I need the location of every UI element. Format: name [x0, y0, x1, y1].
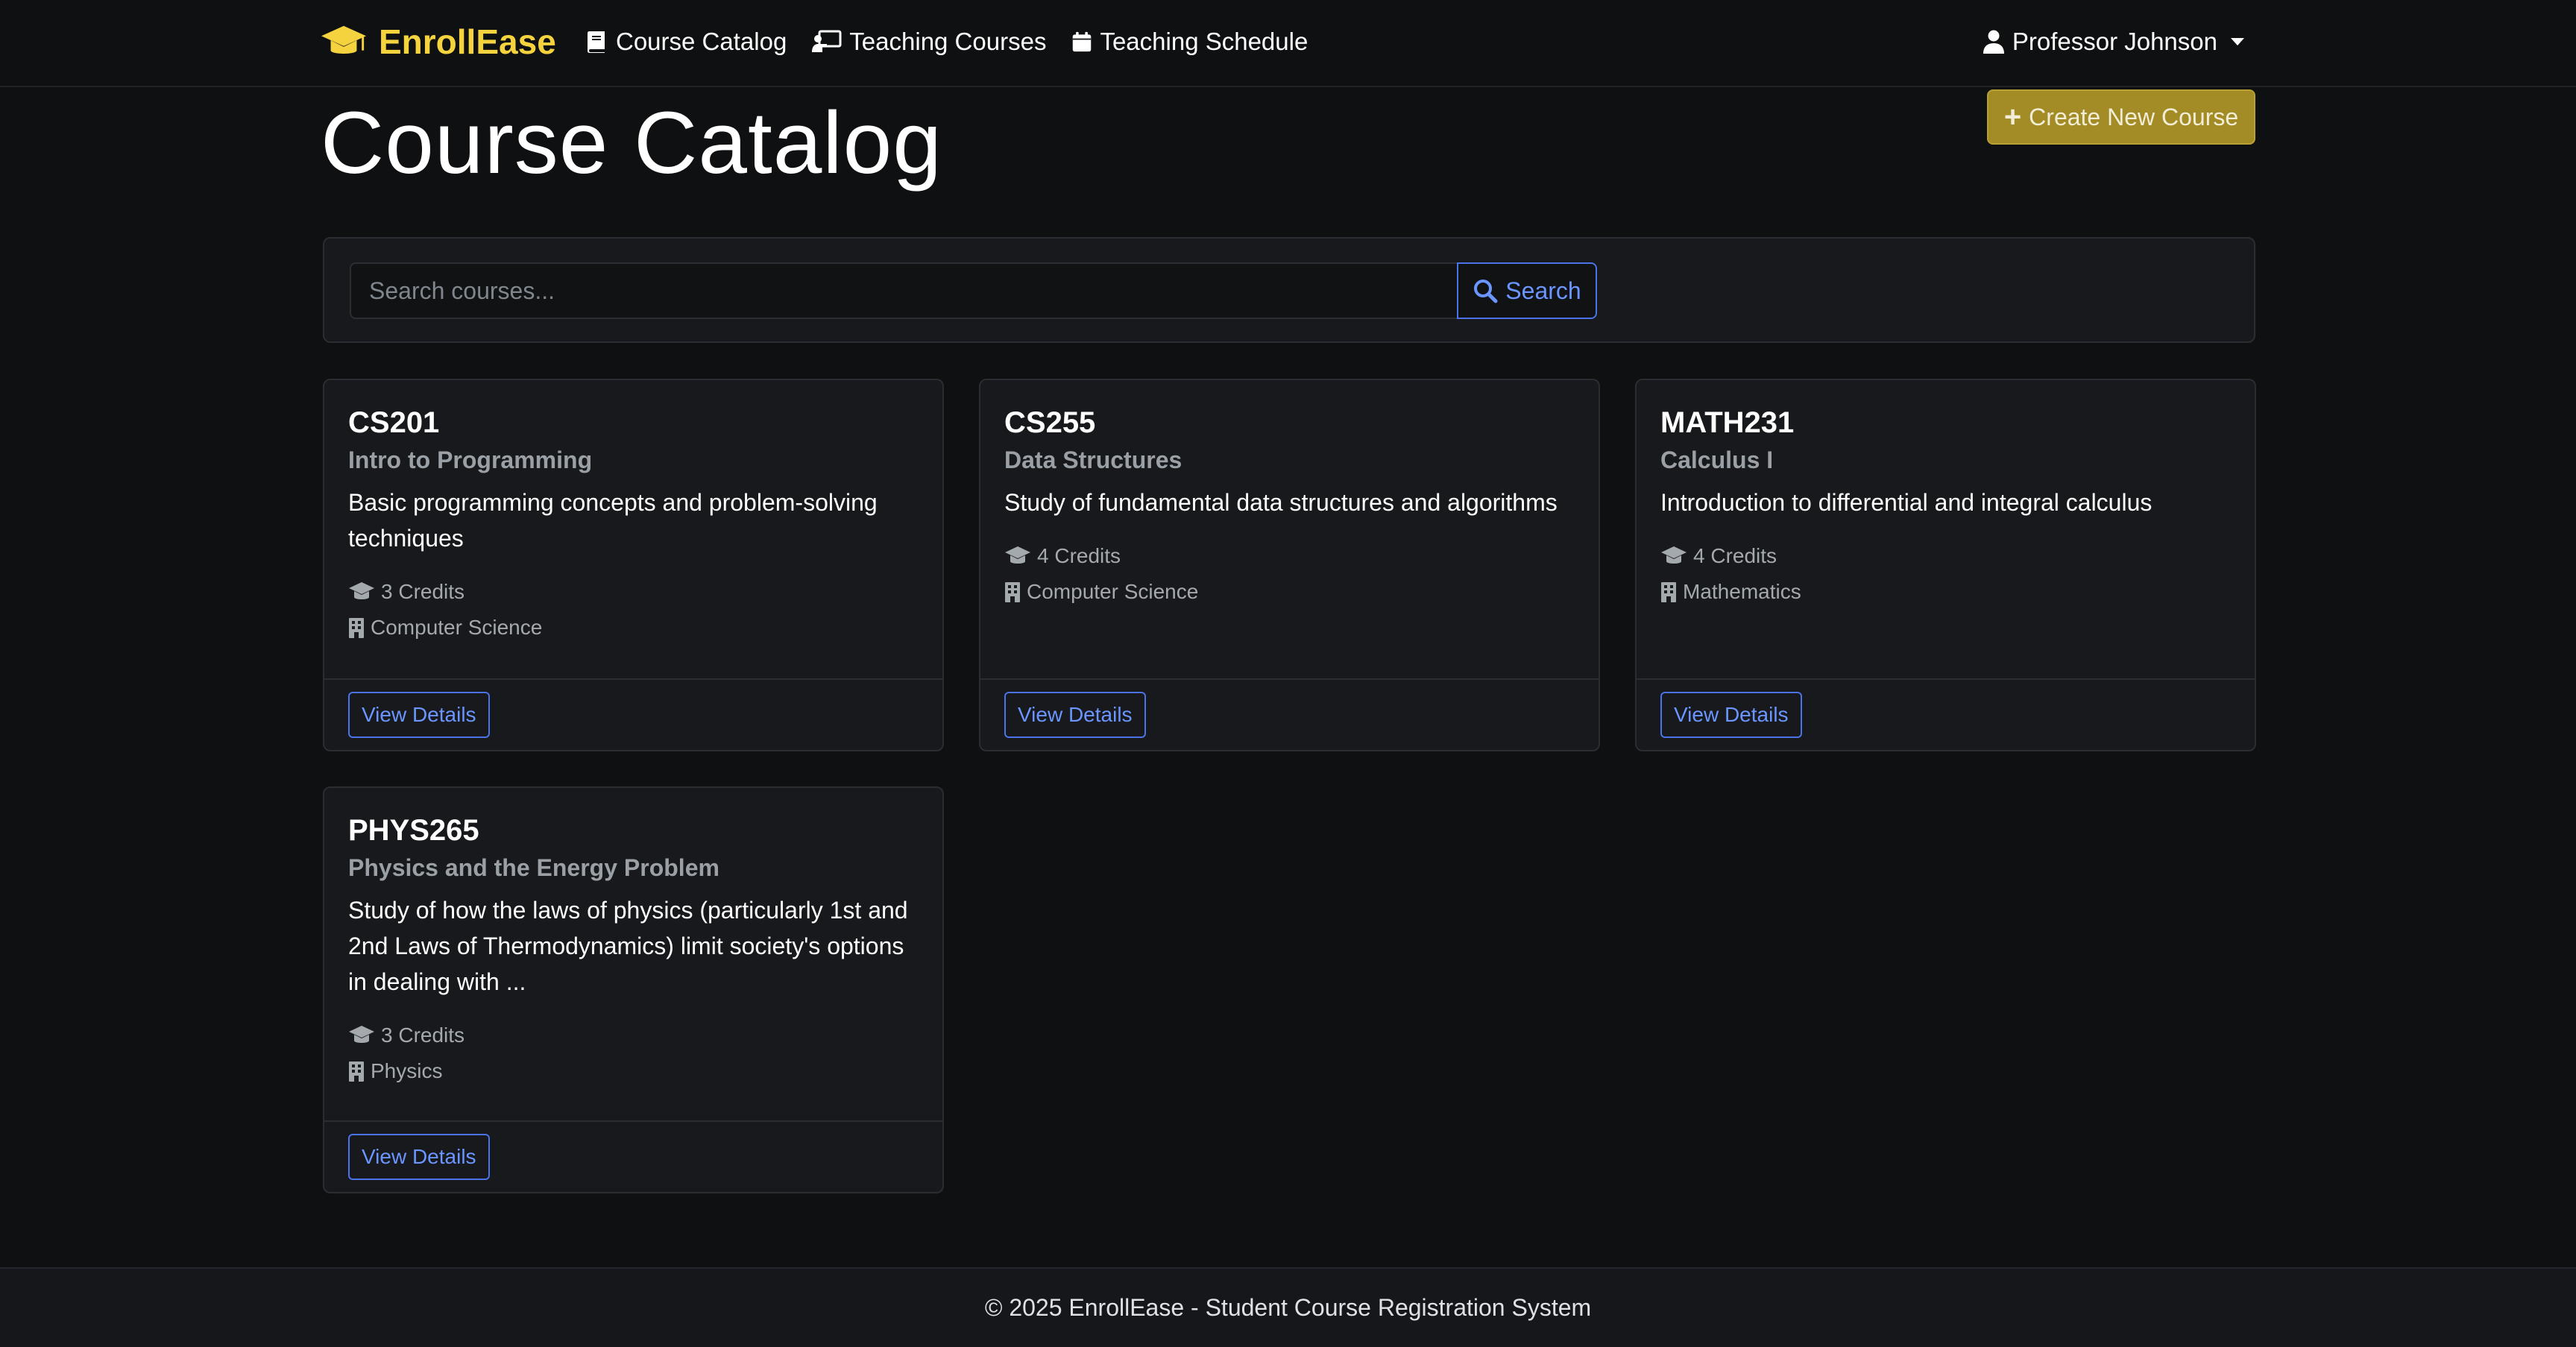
course-credits-label: 3 Credits [381, 580, 465, 603]
card-footer: View Details [324, 678, 942, 750]
course-department: Physics [348, 1053, 919, 1089]
course-description: Introduction to differential and integra… [1660, 489, 2153, 516]
course-card: CS201 Intro to Programming Basic program… [323, 379, 944, 751]
search-button[interactable]: Search [1457, 262, 1597, 319]
brand-logo[interactable]: EnrollEase [321, 19, 556, 64]
user-name: Professor Johnson [2012, 28, 2217, 55]
course-meta: 4 Credits Computer Science [1004, 538, 1575, 610]
course-card: MATH231 Calculus I Introduction to diffe… [1635, 379, 2256, 751]
search-input[interactable] [350, 262, 1458, 319]
course-credits: 4 Credits [1660, 538, 2231, 574]
calendar-icon [1073, 31, 1092, 52]
view-details-button[interactable]: View Details [348, 1134, 490, 1180]
nav-teaching-courses-label: Teaching Courses [849, 28, 1047, 55]
course-department: Mathematics [1660, 574, 2231, 610]
create-new-course-button[interactable]: + Create New Course [1987, 89, 2255, 145]
course-department-label: Computer Science [371, 616, 543, 639]
course-credits-label: 3 Credits [381, 1023, 465, 1047]
course-department-label: Mathematics [1683, 580, 1801, 603]
course-credits-label: 4 Credits [1037, 544, 1121, 567]
course-credits: 4 Credits [1004, 538, 1575, 574]
course-title: Calculus I [1660, 447, 1774, 473]
chalkboard-teacher-icon [812, 30, 842, 52]
nav-teaching-courses[interactable]: Teaching Courses [812, 28, 1046, 56]
user-icon [1983, 30, 2004, 54]
nav-teaching-schedule-label: Teaching Schedule [1100, 28, 1309, 55]
nav-course-catalog-label: Course Catalog [616, 28, 787, 55]
course-description: Basic programming concepts and problem-s… [348, 489, 878, 552]
course-card: CS255 Data Structures Study of fundament… [979, 379, 1600, 751]
nav-teaching-schedule[interactable]: Teaching Schedule [1071, 28, 1308, 56]
user-menu-dropdown[interactable]: Professor Johnson [1983, 19, 2244, 64]
search-icon [1474, 280, 1498, 303]
course-department-label: Physics [371, 1059, 443, 1082]
create-new-course-label: Create New Course [2029, 103, 2239, 130]
course-description: Study of how the laws of physics (partic… [348, 897, 908, 995]
course-department-label: Computer Science [1027, 580, 1199, 603]
page-title: Course Catalog [321, 94, 942, 192]
course-meta: 3 Credits Computer Science [348, 574, 919, 646]
course-code: CS255 [1004, 406, 1096, 439]
graduation-cap-icon [349, 582, 374, 599]
search-button-label: Search [1505, 277, 1581, 304]
search-panel: Search [323, 237, 2255, 343]
course-credits-label: 4 Credits [1693, 544, 1777, 567]
card-footer: View Details [324, 1120, 942, 1192]
view-details-button[interactable]: View Details [1660, 692, 1802, 738]
brand-name: EnrollEase [379, 22, 556, 61]
course-meta: 4 Credits Mathematics [1660, 538, 2231, 610]
view-details-button[interactable]: View Details [348, 692, 490, 738]
course-card: PHYS265 Physics and the Energy Problem S… [323, 786, 944, 1193]
graduation-cap-icon [349, 1026, 374, 1043]
course-title: Physics and the Energy Problem [348, 854, 719, 881]
navbar: EnrollEase Course Catalog Teaching Cours… [0, 0, 2576, 87]
graduation-cap-icon [321, 25, 367, 54]
plus-icon: + [2003, 101, 2022, 133]
nav-links: Course Catalog Teaching Courses Teaching… [585, 19, 1308, 64]
course-department: Computer Science [1004, 574, 1575, 610]
course-credits: 3 Credits [348, 1018, 919, 1053]
course-credits: 3 Credits [348, 574, 919, 610]
building-icon [1005, 582, 1020, 602]
course-department: Computer Science [348, 610, 919, 646]
course-code: MATH231 [1660, 406, 1795, 439]
course-code: PHYS265 [348, 814, 479, 847]
card-footer: View Details [980, 678, 1599, 750]
card-footer: View Details [1637, 678, 2255, 750]
chevron-down-icon [2231, 38, 2244, 45]
graduation-cap-icon [1005, 546, 1030, 564]
view-details-button[interactable]: View Details [1004, 692, 1146, 738]
book-icon [588, 31, 605, 53]
building-icon [1661, 582, 1676, 602]
course-code: CS201 [348, 406, 440, 439]
site-footer: © 2025 EnrollEase - Student Course Regis… [0, 1267, 2576, 1347]
building-icon [349, 1061, 364, 1082]
building-icon [349, 618, 364, 638]
nav-course-catalog[interactable]: Course Catalog [585, 28, 787, 56]
graduation-cap-icon [1661, 546, 1687, 564]
course-description: Study of fundamental data structures and… [1004, 489, 1558, 516]
course-title: Intro to Programming [348, 447, 593, 473]
footer-copyright: © 2025 EnrollEase - Student Course Regis… [984, 1294, 1592, 1321]
course-meta: 3 Credits Physics [348, 1018, 919, 1089]
course-title: Data Structures [1004, 447, 1182, 473]
